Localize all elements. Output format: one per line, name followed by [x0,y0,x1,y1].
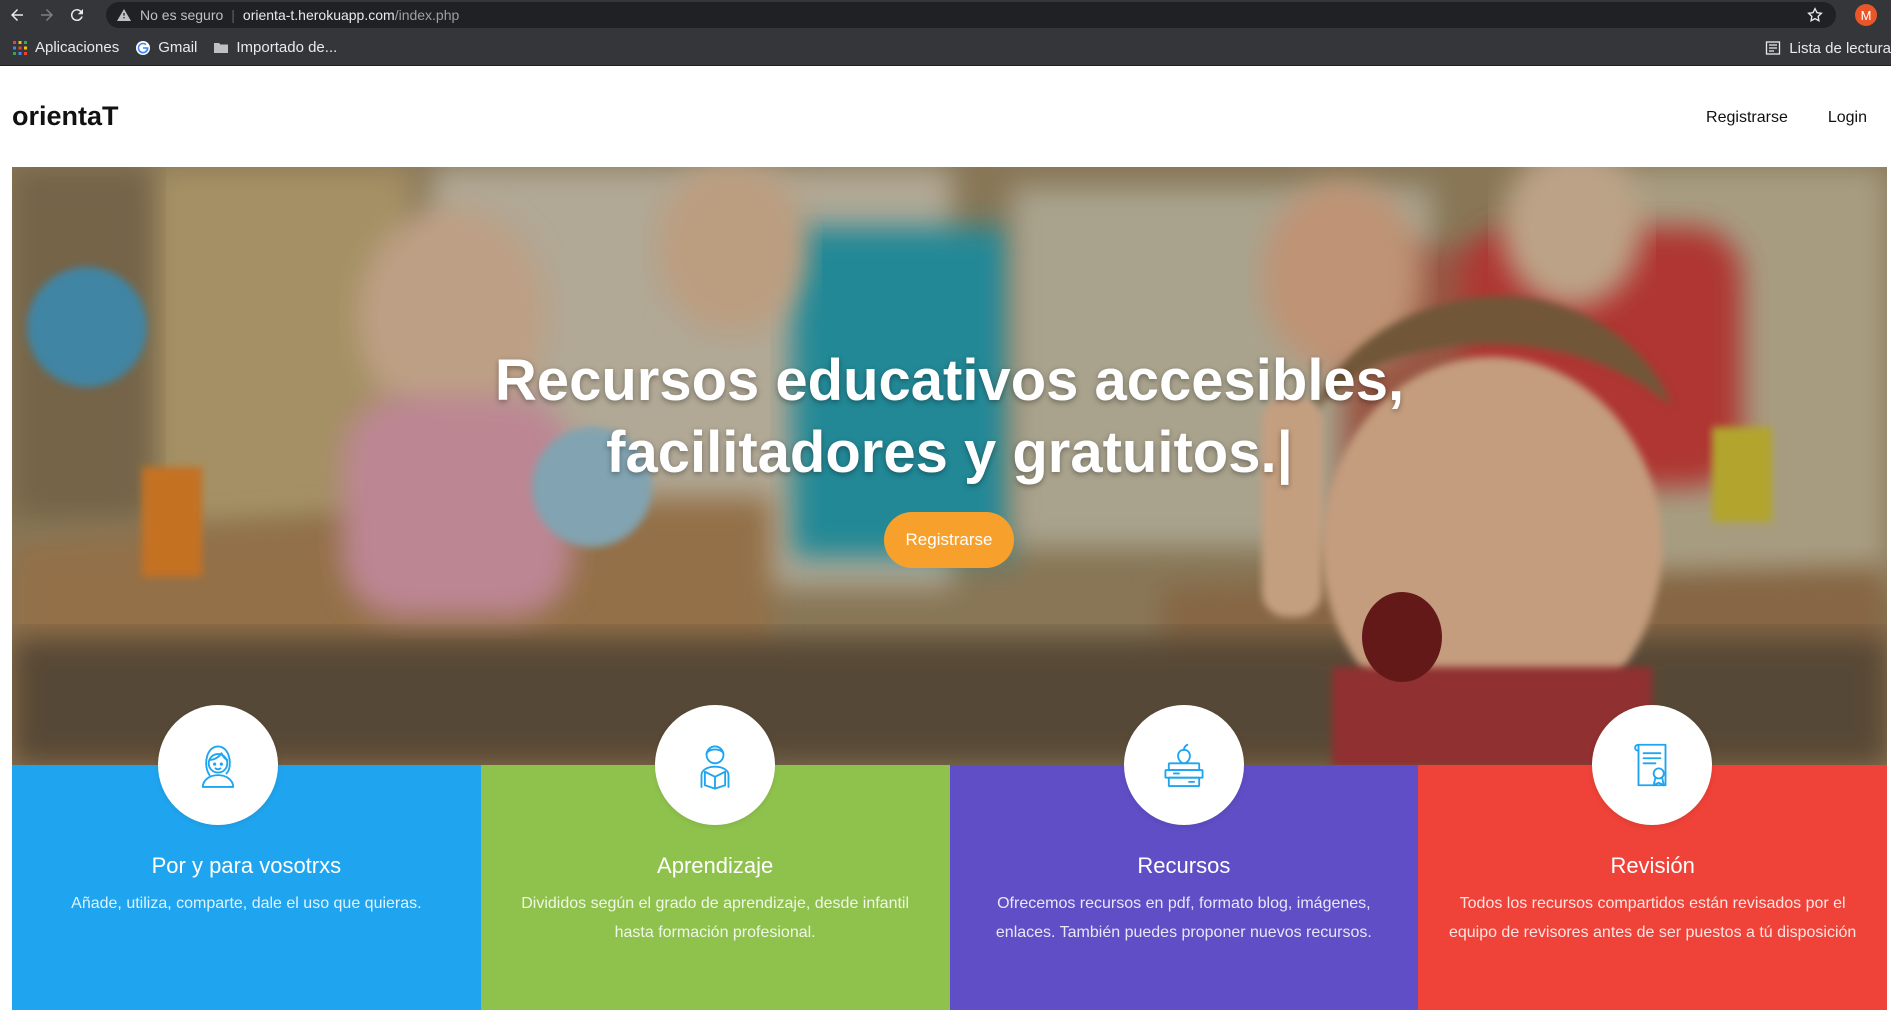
apps-grid-icon [13,40,27,55]
warning-triangle-icon [117,9,131,21]
feature-icon-circle [158,705,278,825]
certificate-icon [1634,743,1667,787]
back-arrow-icon [11,9,23,21]
feature-icon-circle [654,705,775,825]
url-path: /index.php [394,7,460,23]
folder-icon [214,42,229,53]
reading-list[interactable]: Lista de lectura [1765,30,1891,66]
bookmarks-bar: Aplicaciones Gmail Importado de... Lista… [0,30,1891,66]
forward-arrow-icon [41,9,53,21]
hero-title-line1: Recursos educativos accesibles, [494,348,1405,413]
nav-login[interactable]: Login [1828,109,1867,127]
books-apple-icon [1164,743,1203,788]
feature-text: Ofrecemos recursos en pdf, formato blog,… [995,895,1372,941]
feature-text: Todos los recursos compartidos están rev… [1448,895,1857,941]
feature-text: Añade, utiliza, comparte, dale el uso qu… [71,895,422,912]
student-reading-icon [700,745,730,790]
url-host: orienta-t.herokuapp.com [242,7,395,23]
profile-avatar[interactable]: M [1855,4,1877,26]
top-nav: Registrarse Login [1666,109,1867,127]
forward-button[interactable] [34,2,60,28]
address-bar[interactable]: No es seguro | orienta-t.herokuapp.com /… [106,2,1836,28]
reading-list-label: Lista de lectura [1789,39,1891,57]
feature-card-recursos: Recursos Ofrecemos recursos en pdf, form… [949,705,1419,1010]
bookmark-importado[interactable]: Importado de... [213,39,337,56]
browser-toolbar: No es seguro | orienta-t.herokuapp.com /… [0,0,1891,30]
bookmark-aplicaciones[interactable]: Aplicaciones [12,39,119,56]
site-header: orientaT Registrarse Login [0,67,1891,167]
hero-register-button[interactable]: Registrarse [884,512,1014,568]
feature-card-aprendizaje: Aprendizaje Divididos según el grado de … [480,705,950,1010]
feature-title: Aprendizaje [657,853,774,878]
feature-card-revision: Revisión Todos los recursos compartidos … [1418,705,1887,1010]
feature-title: Por y para vosotrxs [151,853,342,878]
feature-title: Revisión [1610,853,1695,878]
bookmark-gmail[interactable]: Gmail [135,39,197,56]
feature-icon-circle [1592,705,1713,825]
feature-card-vosotrxs: Por y para vosotrxs Añade, utiliza, comp… [12,705,481,1010]
nav-registrarse[interactable]: Registrarse [1706,109,1788,127]
bookmark-label: Importado de... [236,39,338,56]
bookmark-star-icon[interactable] [1806,6,1824,24]
site-logo[interactable]: orientaT [12,101,119,132]
bookmark-label: Aplicaciones [35,39,120,56]
reading-list-icon [1766,41,1781,55]
feature-text: Divididos según el grado de aprendizaje,… [521,895,910,941]
feature-icon-circle [1123,705,1244,825]
reload-button[interactable] [64,2,90,28]
back-button[interactable] [4,2,30,28]
bookmark-label: Gmail [158,39,198,56]
feature-title: Recursos [1137,853,1231,878]
reload-icon [70,9,83,22]
hero-banner: Recursos educativos accesibles, facilita… [12,167,1887,765]
hero-title-line2: facilitadores y gratuitos.| [606,420,1293,485]
features-section: Por y para vosotrxs Añade, utiliza, comp… [12,705,1887,1010]
url-separator: | [231,7,235,23]
hero-title: Recursos educativos accesibles, facilita… [12,345,1887,489]
insecure-label: No es seguro [140,7,224,23]
girl-user-icon [201,745,235,788]
google-icon [136,40,151,55]
